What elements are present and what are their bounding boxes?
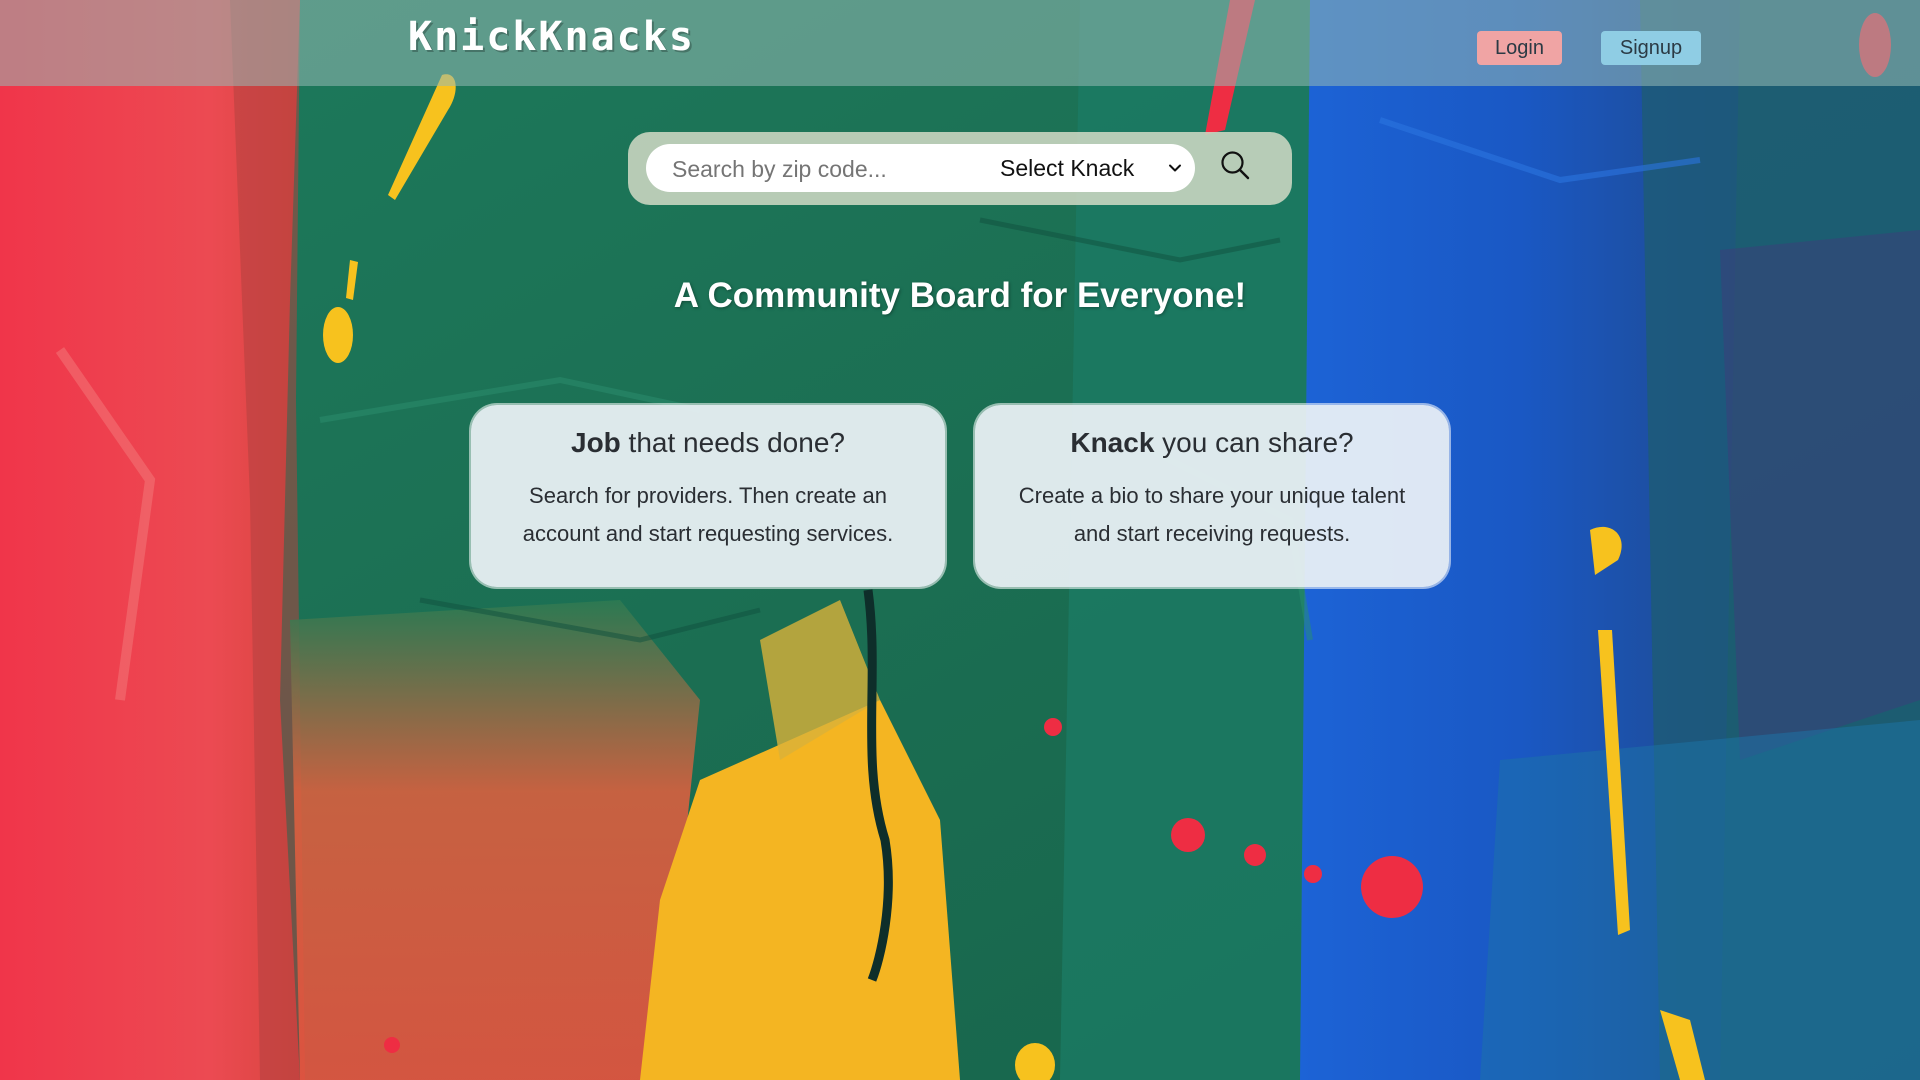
zip-code-search-input[interactable] (670, 144, 974, 194)
knack-card-text: Create a bio to share your unique talent… (1018, 483, 1406, 546)
job-card-title-rest: that needs done? (620, 427, 845, 458)
search-field-container: Select Knack (646, 144, 1195, 194)
page-headline: A Community Board for Everyone! (673, 276, 1247, 315)
top-nav-bar: KnickKnacks Login Signup (0, 0, 1920, 86)
knack-card-title-bold: Knack (1070, 427, 1155, 458)
knack-select-dropdown[interactable]: Select Knack (1000, 155, 1182, 181)
signup-button[interactable]: Signup (1601, 31, 1701, 65)
knack-select-value: Select Knack (1000, 154, 1135, 181)
job-card-title: Job that needs done? (471, 427, 945, 459)
site-logo[interactable]: KnickKnacks (408, 14, 695, 60)
job-card-text: Search for providers. Then create an acc… (522, 483, 894, 546)
page: KnickKnacks Login Signup Select Knack A … (0, 0, 1920, 1080)
knack-card: Knack you can share? Create a bio to sha… (975, 405, 1449, 587)
job-card-title-bold: Job (571, 427, 621, 458)
search-icon[interactable] (1219, 149, 1251, 181)
knack-card-title: Knack you can share? (975, 427, 1449, 459)
knack-card-title-rest: you can share? (1154, 427, 1354, 458)
search-bar: Select Knack (628, 132, 1292, 205)
job-card: Job that needs done? Search for provider… (471, 405, 945, 587)
chevron-down-icon (1169, 164, 1182, 172)
login-button[interactable]: Login (1477, 31, 1562, 65)
